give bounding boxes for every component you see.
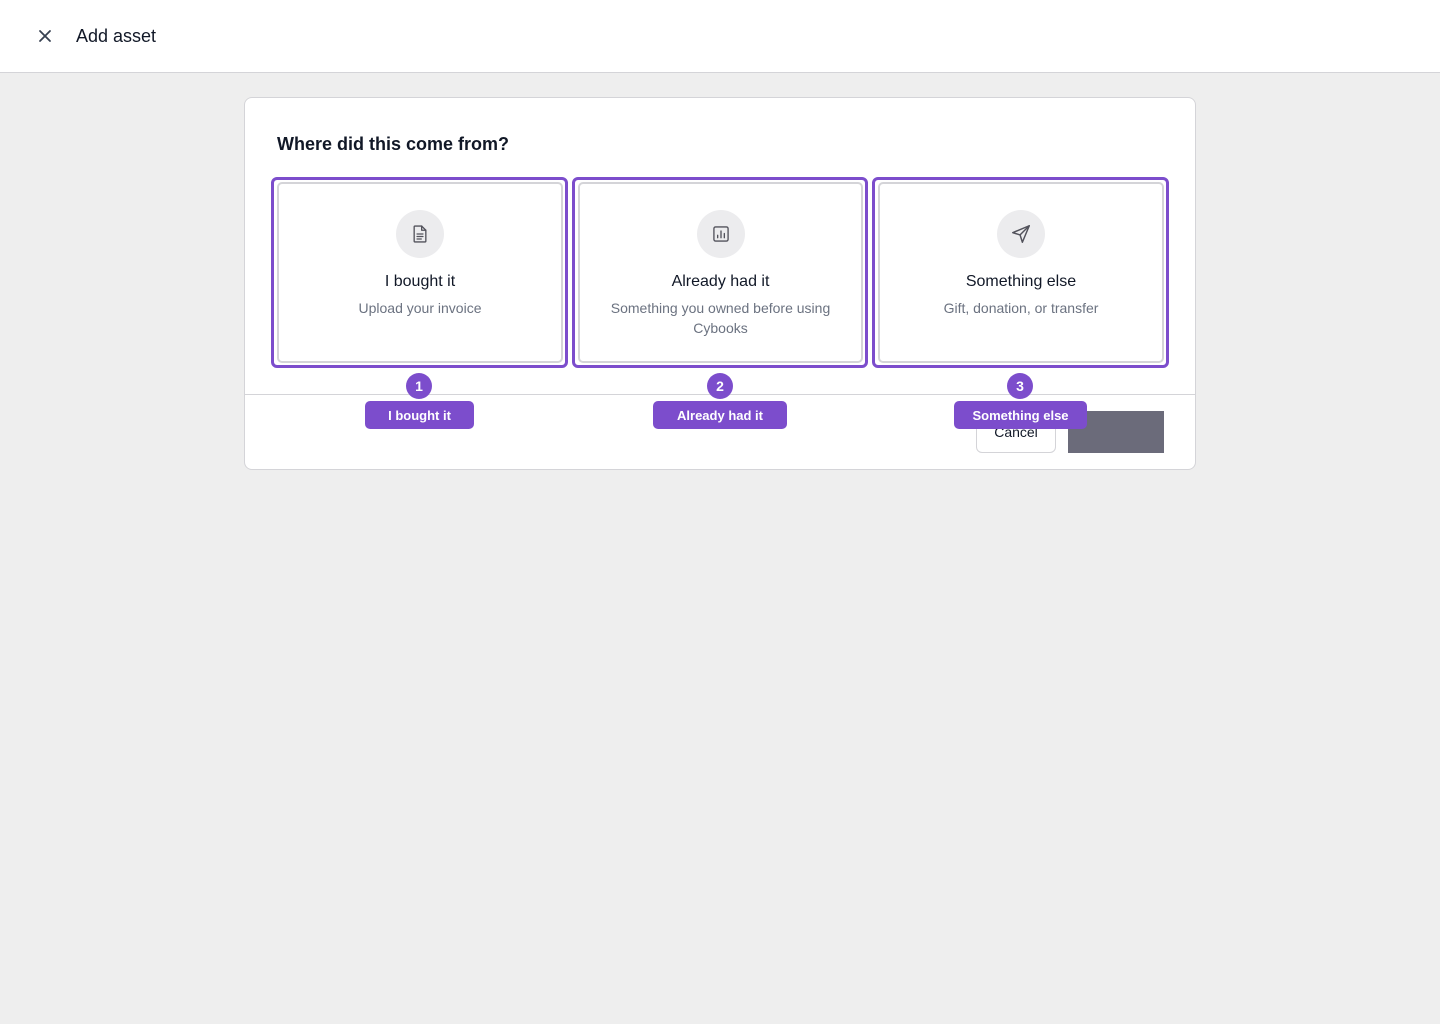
option-title: I bought it: [384, 273, 456, 290]
close-icon: [39, 30, 51, 42]
top-bar: Add asset: [0, 0, 1440, 73]
option-something-else[interactable]: Something else Gift, donation, or transf…: [878, 182, 1164, 363]
annotation-label-3: Something else: [954, 401, 1087, 429]
option-bought-it[interactable]: I bought it Upload your invoice: [277, 182, 563, 363]
page-title: Add asset: [76, 26, 157, 46]
annotation-label-2: Already had it: [653, 401, 787, 429]
option-subtitle: Something you owned before using Cybooks: [610, 300, 831, 336]
option-title: Something else: [965, 273, 1077, 290]
option-icon-wrap: [696, 210, 745, 258]
close-button[interactable]: [31, 22, 59, 50]
option-title: Already had it: [671, 273, 770, 290]
option-subtitle: Gift, donation, or transfer: [943, 300, 1099, 316]
option-icon-wrap: [997, 210, 1045, 258]
annotation-number-2: 2: [707, 373, 733, 399]
annotation-label-1: I bought it: [365, 401, 474, 429]
send-icon: [1012, 225, 1030, 243]
option-subtitle: Upload your invoice: [358, 300, 482, 316]
option-already-had-it[interactable]: Already had it Something you owned befor…: [578, 182, 863, 363]
modal-question: Where did this come from?: [277, 134, 510, 154]
annotation-number-3: 3: [1007, 373, 1033, 399]
option-icon-wrap: [396, 210, 444, 258]
document-icon: [413, 225, 427, 243]
annotation-number-1: 1: [406, 373, 432, 399]
bar-chart-icon: [712, 226, 729, 242]
